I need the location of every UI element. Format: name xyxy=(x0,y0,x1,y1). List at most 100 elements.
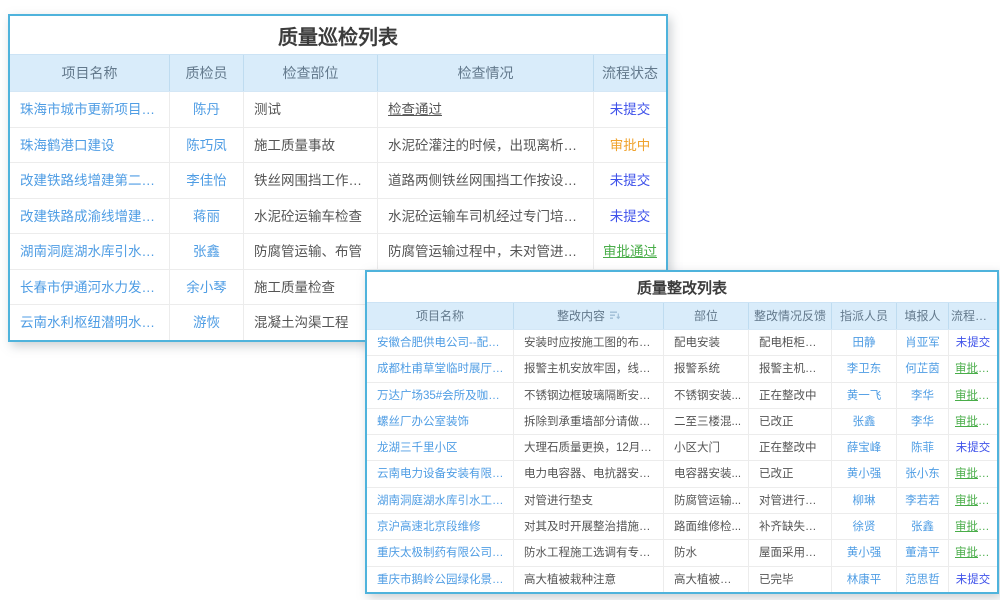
table-row: 湖南洞庭湖水库引水工...张鑫防腐管运输、布管防腐管运输过程中，未对管进行...… xyxy=(10,234,666,270)
flow-status-text[interactable]: 未提交 xyxy=(594,199,666,234)
table-row: 螺丝厂办公室装饰拆除到承重墙部分请做好加固...二至三楼混...已改正张鑫李华审… xyxy=(367,409,997,435)
flow-status-text[interactable]: 审批通过 xyxy=(949,383,997,408)
inspector-name-link[interactable]: 游恢 xyxy=(170,305,244,340)
flow-status-text[interactable]: 未提交 xyxy=(594,163,666,198)
inspector-name-link[interactable]: 蒋丽 xyxy=(170,199,244,234)
assignee-name-link[interactable]: 薛宝峰 xyxy=(832,435,897,460)
rectify-content-text: 大理石质量更换，12月31日之... xyxy=(514,435,664,460)
rectification-table-title: 质量整改列表 xyxy=(367,272,997,302)
project-name-link[interactable]: 珠海鹤港口建设 xyxy=(10,128,170,163)
project-name-link[interactable]: 安徽合肥供电公司--配电设备... xyxy=(367,330,514,355)
flow-status-text[interactable]: 审批通过 xyxy=(949,356,997,381)
rectify-feedback-text: 已改正 xyxy=(749,461,832,486)
inspector-name-link[interactable]: 李佳怡 xyxy=(170,163,244,198)
project-name-link[interactable]: 万达广场35#会所及咖啡厅空... xyxy=(367,383,514,408)
reporter-name-link[interactable]: 李华 xyxy=(897,409,949,434)
project-name-link[interactable]: 云南水利枢纽潜明水库... xyxy=(10,305,170,340)
rectify-feedback-text: 已完毕 xyxy=(749,567,832,592)
inspector-name-link[interactable]: 张鑫 xyxy=(170,234,244,269)
part-text: 防腐管运输... xyxy=(664,488,749,513)
rectify-content-text: 报警主机安放牢固，线缆连接... xyxy=(514,356,664,381)
assignee-name-link[interactable]: 林康平 xyxy=(832,567,897,592)
reporter-name-link[interactable]: 肖亚军 xyxy=(897,330,949,355)
project-name-link[interactable]: 长春市伊通河水力发电... xyxy=(10,270,170,305)
flow-status-text[interactable]: 审批通过 xyxy=(949,461,997,486)
header-rectify-content-label: 整改内容 xyxy=(557,309,605,323)
project-name-link[interactable]: 螺丝厂办公室装饰 xyxy=(367,409,514,434)
rectify-feedback-text: 已改正 xyxy=(749,409,832,434)
flow-status-text[interactable]: 未提交 xyxy=(949,567,997,592)
rectify-feedback-text: 对管进行垫支 xyxy=(749,488,832,513)
reporter-name-link[interactable]: 何芷茵 xyxy=(897,356,949,381)
inspection-part-text: 施工质量事故 xyxy=(244,128,378,163)
rectify-content-text: 高大植被栽种注意 xyxy=(514,567,664,592)
part-text: 二至三楼混... xyxy=(664,409,749,434)
assignee-name-link[interactable]: 黄小强 xyxy=(832,461,897,486)
inspection-situation-text: 防腐管运输过程中，未对管进行... xyxy=(378,234,594,269)
inspection-part-text: 施工质量检查 xyxy=(244,270,378,305)
reporter-name-link[interactable]: 李华 xyxy=(897,383,949,408)
table-row: 珠海鹤港口建设陈巧凤施工质量事故水泥砼灌注的时候，出现离析现象审批中 xyxy=(10,128,666,164)
assignee-name-link[interactable]: 李卫东 xyxy=(832,356,897,381)
sort-icon[interactable] xyxy=(609,310,620,321)
reporter-name-link[interactable]: 董清平 xyxy=(897,540,949,565)
assignee-name-link[interactable]: 徐贤 xyxy=(832,514,897,539)
reporter-name-link[interactable]: 张小东 xyxy=(897,461,949,486)
table-row: 改建铁路线增建第二线...李佳怡铁丝网围挡工作检查道路两侧铁丝网围挡工作按设计.… xyxy=(10,163,666,199)
part-text: 配电安装 xyxy=(664,330,749,355)
flow-status-text[interactable]: 审批中 xyxy=(594,128,666,163)
header-flow-status: 流程状态 xyxy=(949,303,997,329)
part-text: 防水 xyxy=(664,540,749,565)
flow-status-text[interactable]: 审批通过 xyxy=(594,234,666,269)
assignee-name-link[interactable]: 田静 xyxy=(832,330,897,355)
project-name-link[interactable]: 改建铁路线增建第二线... xyxy=(10,163,170,198)
inspector-name-link[interactable]: 余小琴 xyxy=(170,270,244,305)
inspector-name-link[interactable]: 陈丹 xyxy=(170,92,244,127)
assignee-name-link[interactable]: 黄小强 xyxy=(832,540,897,565)
assignee-name-link[interactable]: 柳琳 xyxy=(832,488,897,513)
reporter-name-link[interactable]: 张鑫 xyxy=(897,514,949,539)
reporter-name-link[interactable]: 陈菲 xyxy=(897,435,949,460)
rectification-table-header: 项目名称 整改内容 部位 整改情况反馈 指派人员 填报人 流程状态 xyxy=(367,302,997,330)
reporter-name-link[interactable]: 范思哲 xyxy=(897,567,949,592)
inspector-name-link[interactable]: 陈巧凤 xyxy=(170,128,244,163)
project-name-link[interactable]: 重庆太极制药有限公司亳州中... xyxy=(367,540,514,565)
table-row: 湖南洞庭湖水库引水工程施工标对管进行垫支防腐管运输...对管进行垫支柳琳李若若审… xyxy=(367,488,997,514)
flow-status-text[interactable]: 审批通过 xyxy=(949,488,997,513)
header-rectify-content[interactable]: 整改内容 xyxy=(514,303,664,329)
table-row: 安徽合肥供电公司--配电设备...安装时应按施工图的布置，将...配电安装配电柜… xyxy=(367,330,997,356)
flow-status-text[interactable]: 未提交 xyxy=(949,330,997,355)
header-inspection-situation: 检查情况 xyxy=(378,55,594,91)
project-name-link[interactable]: 龙湖三千里小区 xyxy=(367,435,514,460)
part-text: 报警系统 xyxy=(664,356,749,381)
table-row: 重庆市鹅岭公园绿化景观提升...高大植被栽种注意高大植被栽种已完毕林康平范思哲未… xyxy=(367,567,997,592)
project-name-link[interactable]: 湖南洞庭湖水库引水工... xyxy=(10,234,170,269)
flow-status-text[interactable]: 未提交 xyxy=(949,435,997,460)
rectify-feedback-text: 报警主机安放... xyxy=(749,356,832,381)
flow-status-text[interactable]: 审批通过 xyxy=(949,409,997,434)
flow-status-text[interactable]: 审批通过 xyxy=(949,540,997,565)
flow-status-text[interactable]: 审批通过 xyxy=(949,514,997,539)
part-text: 高大植被栽种 xyxy=(664,567,749,592)
project-name-link[interactable]: 湖南洞庭湖水库引水工程施工标 xyxy=(367,488,514,513)
header-flow-status: 流程状态 xyxy=(594,55,666,91)
project-name-link[interactable]: 成都杜甫草堂临时展厅独立展... xyxy=(367,356,514,381)
assignee-name-link[interactable]: 张鑫 xyxy=(832,409,897,434)
inspection-part-text: 水泥砼运输车检查 xyxy=(244,199,378,234)
project-name-link[interactable]: 云南电力设备安装有限公司20... xyxy=(367,461,514,486)
project-name-link[interactable]: 重庆市鹅岭公园绿化景观提升... xyxy=(367,567,514,592)
flow-status-text[interactable]: 未提交 xyxy=(594,92,666,127)
project-name-link[interactable]: 京沪高速北京段维修 xyxy=(367,514,514,539)
inspection-table-header: 项目名称 质检员 检查部位 检查情况 流程状态 xyxy=(10,54,666,92)
reporter-name-link[interactable]: 李若若 xyxy=(897,488,949,513)
table-row: 改建铁路成渝线增建第...蒋丽水泥砼运输车检查水泥砼运输车司机经过专门培训...… xyxy=(10,199,666,235)
project-name-link[interactable]: 改建铁路成渝线增建第... xyxy=(10,199,170,234)
rectify-content-text: 对管进行垫支 xyxy=(514,488,664,513)
header-project-name: 项目名称 xyxy=(10,55,170,91)
assignee-name-link[interactable]: 黄一飞 xyxy=(832,383,897,408)
table-row: 京沪高速北京段维修对其及时开展整治措施，桥头...路面维修检...补齐缺失标志.… xyxy=(367,514,997,540)
rectify-content-text: 不锈钢边框玻璃隔断安装不牢... xyxy=(514,383,664,408)
inspection-part-text: 混凝土沟渠工程 xyxy=(244,305,378,340)
rectify-feedback-text: 配电柜柜体与... xyxy=(749,330,832,355)
project-name-link[interactable]: 珠海市城市更新项目紫... xyxy=(10,92,170,127)
